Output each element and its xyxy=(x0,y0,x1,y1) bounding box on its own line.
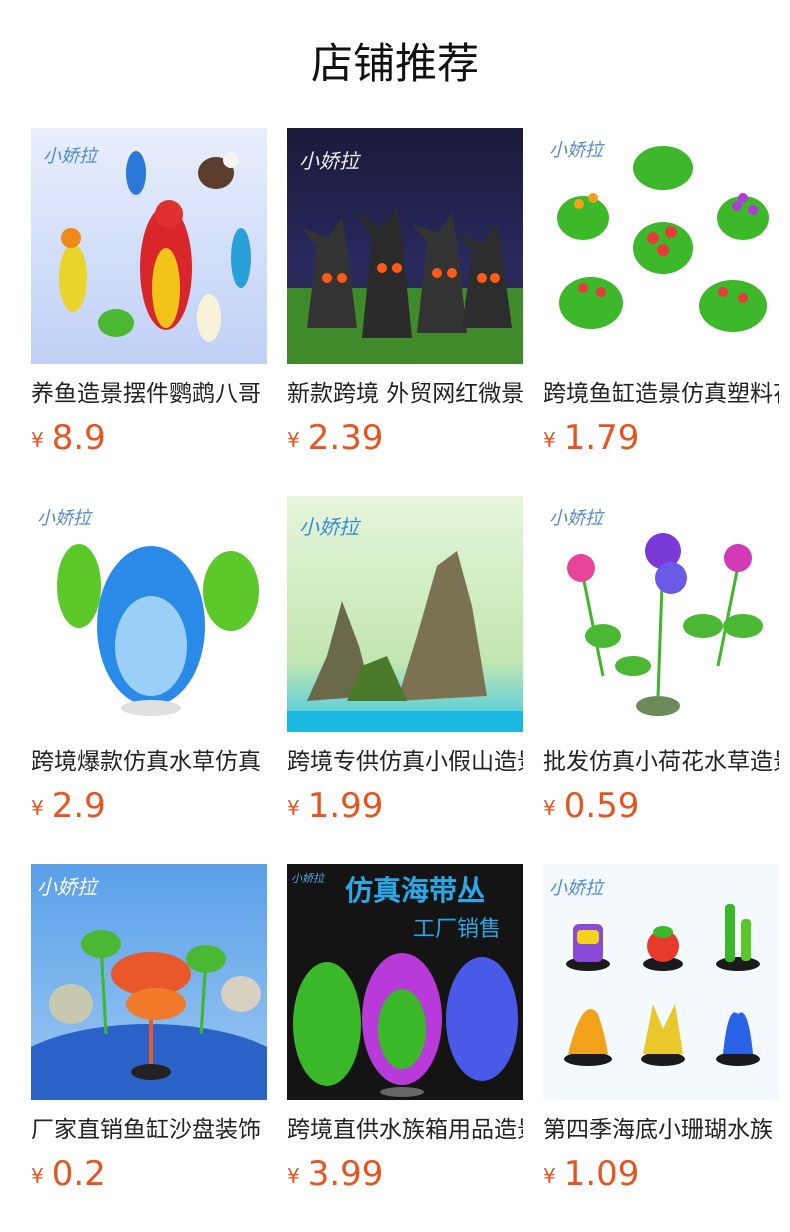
product-image[interactable]: 小娇拉 xyxy=(287,128,523,364)
currency-symbol: ¥ xyxy=(543,428,556,452)
price-value: 3.99 xyxy=(307,1154,384,1194)
price-value: 2.9 xyxy=(51,786,106,826)
brand-logo: 小娇拉 xyxy=(43,146,99,167)
product-price: ¥2.39 xyxy=(287,418,383,458)
product-price: ¥2.9 xyxy=(31,786,106,826)
product-price: ¥8.9 xyxy=(31,418,106,458)
product-price: ¥1.79 xyxy=(543,418,639,458)
product-image[interactable]: 小娇拉 仿真海带丛 工厂销售 xyxy=(287,864,523,1100)
currency-symbol: ¥ xyxy=(287,428,300,452)
product-card[interactable]: 小娇拉 跨境爆款仿真水草仿真 ¥2.9 xyxy=(31,496,267,864)
product-card[interactable]: 小娇拉 第四季海底小珊瑚水族 ¥1.09 xyxy=(543,864,779,1232)
product-price: ¥1.09 xyxy=(543,1154,639,1194)
product-image[interactable]: 小娇拉 xyxy=(31,128,267,364)
product-card[interactable]: 小娇拉 跨境专供仿真小假山造景 ¥1.99 xyxy=(287,496,523,864)
product-name[interactable]: 跨境直供水族箱用品造景 xyxy=(287,1114,523,1146)
product-price: ¥0.2 xyxy=(31,1154,106,1194)
product-name[interactable]: 养鱼造景摆件鹦鹉八哥 xyxy=(31,378,267,410)
brand-logo: 小娇拉 xyxy=(299,515,362,539)
product-card[interactable]: 小娇拉 跨境鱼缸造景仿真塑料花 ¥1.79 xyxy=(543,128,779,496)
price-value: 0.2 xyxy=(51,1154,106,1194)
product-name[interactable]: 跨境爆款仿真水草仿真 xyxy=(31,746,267,778)
product-card[interactable]: 小娇拉 养鱼造景摆件鹦鹉八哥 ¥8.9 xyxy=(31,128,267,496)
product-name[interactable]: 第四季海底小珊瑚水族 xyxy=(543,1114,779,1146)
product-image[interactable]: 小娇拉 xyxy=(31,496,267,732)
header: 店铺推荐 xyxy=(0,0,790,128)
product-name[interactable]: 批发仿真小荷花水草造景 xyxy=(543,746,779,778)
brand-logo: 小娇拉 xyxy=(549,878,605,899)
banner-subtitle: 工厂销售 xyxy=(413,917,501,942)
brand-logo: 小娇拉 xyxy=(37,508,93,529)
product-card[interactable]: 小娇拉 仿真海带丛 工厂销售 跨境直供水族箱用品造景 ¥3.99 xyxy=(287,864,523,1232)
product-price: ¥0.59 xyxy=(543,786,639,826)
currency-symbol: ¥ xyxy=(543,1164,556,1188)
brand-logo: 小娇拉 xyxy=(299,149,362,173)
product-card[interactable]: 小娇拉 新款跨境 外贸网红微景观 ¥2.39 xyxy=(287,128,523,496)
product-image[interactable]: 小娇拉 xyxy=(31,864,267,1100)
product-price: ¥1.99 xyxy=(287,786,383,826)
product-image[interactable]: 小娇拉 xyxy=(287,496,523,732)
banner-title: 仿真海带丛 xyxy=(345,874,485,907)
currency-symbol: ¥ xyxy=(31,428,44,452)
brand-logo: 小娇拉 xyxy=(291,872,326,885)
price-value: 0.59 xyxy=(563,786,640,826)
price-value: 2.39 xyxy=(307,418,384,458)
product-name[interactable]: 跨境鱼缸造景仿真塑料花 xyxy=(543,378,779,410)
product-grid: 小娇拉 养鱼造景摆件鹦鹉八哥 ¥8.9 小娇拉 新款跨境 外贸网红微景观 ¥ 2… xyxy=(31,128,779,1232)
price-value: 1.99 xyxy=(307,786,384,826)
currency-symbol: ¥ xyxy=(287,1164,300,1188)
product-image[interactable]: 小娇拉 xyxy=(543,864,779,1100)
product-name[interactable]: 跨境专供仿真小假山造景 xyxy=(287,746,523,778)
product-price: ¥3.99 xyxy=(287,1154,383,1194)
product-name[interactable]: 厂家直销鱼缸沙盘装饰 xyxy=(31,1114,267,1146)
price-value: 1.79 xyxy=(563,418,640,458)
brand-logo: 小娇拉 xyxy=(37,875,100,899)
currency-symbol: ¥ xyxy=(543,796,556,820)
currency-symbol: ¥ xyxy=(287,796,300,820)
product-card[interactable]: 小娇拉 批发仿真小荷花水草造景 ¥0.59 xyxy=(543,496,779,864)
currency-symbol: ¥ xyxy=(31,1164,44,1188)
product-card[interactable]: 小娇拉 厂家直销鱼缸沙盘装饰 ¥0.2 xyxy=(31,864,267,1232)
price-value: 8.9 xyxy=(51,418,106,458)
brand-logo: 小娇拉 xyxy=(549,508,605,529)
price-value: 1.09 xyxy=(563,1154,640,1194)
product-image[interactable]: 小娇拉 xyxy=(543,128,779,364)
product-image[interactable]: 小娇拉 xyxy=(543,496,779,732)
product-name[interactable]: 新款跨境 外贸网红微景观 xyxy=(287,378,523,410)
currency-symbol: ¥ xyxy=(31,796,44,820)
brand-logo: 小娇拉 xyxy=(549,140,605,161)
page-title: 店铺推荐 xyxy=(310,39,479,88)
